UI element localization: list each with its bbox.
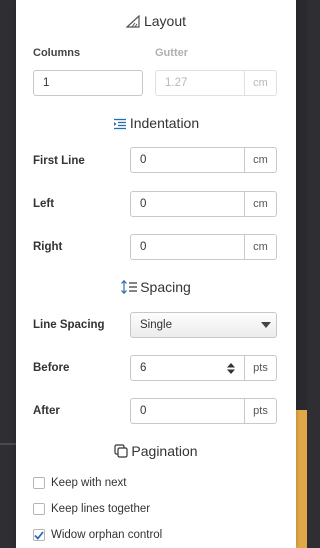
after-unit: pts — [244, 399, 276, 423]
checkmark-icon — [34, 530, 44, 540]
gutter-value: 1.27 — [165, 77, 188, 89]
keep-lines-together-checkbox[interactable] — [33, 503, 45, 515]
left-indent-value: 0 — [140, 198, 147, 210]
keep-lines-together-label: Keep lines together — [51, 503, 151, 515]
left-indent-unit: cm — [244, 192, 276, 216]
gutter-label: Gutter — [155, 47, 188, 59]
spacing-section-title: Spacing — [140, 279, 191, 295]
indentation-section-title: Indentation — [129, 115, 200, 131]
layout-section-header: Layout — [16, 13, 296, 31]
keep-lines-together-option[interactable]: Keep lines together — [33, 503, 150, 515]
line-spacing-label: Line Spacing — [33, 319, 105, 331]
keep-with-next-option[interactable]: Keep with next — [33, 477, 126, 489]
gutter-input: 1.27 cm — [155, 70, 277, 96]
indentation-icon — [113, 117, 127, 133]
first-line-value: 0 — [140, 154, 147, 166]
after-label: After — [33, 405, 60, 417]
pagination-section-title: Pagination — [131, 443, 198, 459]
pagination-icon — [114, 444, 129, 461]
after-input[interactable]: 0 pts — [130, 398, 277, 424]
chevron-down-icon — [256, 322, 276, 328]
left-indent-label: Left — [33, 198, 55, 210]
keep-with-next-checkbox[interactable] — [33, 477, 45, 489]
layout-section-title: Layout — [143, 13, 187, 29]
left-indent-input[interactable]: 0 cm — [130, 191, 277, 217]
first-line-input[interactable]: 0 cm — [130, 147, 277, 173]
before-unit: pts — [244, 356, 276, 380]
after-value: 0 — [140, 405, 147, 417]
layout-icon — [125, 14, 141, 31]
keep-with-next-label: Keep with next — [51, 477, 127, 489]
paragraph-settings-panel: Layout Columns Gutter 1 1.27 cm Indentat… — [16, 0, 296, 548]
gutter-unit: cm — [244, 71, 276, 95]
spacing-section-header: Spacing — [16, 279, 296, 297]
first-line-unit: cm — [244, 148, 276, 172]
right-indent-unit: cm — [244, 235, 276, 259]
widow-orphan-control-label: Widow orphan control — [51, 529, 163, 541]
widow-orphan-control-option[interactable]: Widow orphan control — [33, 529, 162, 541]
first-line-label: First Line — [33, 155, 85, 167]
right-indent-input[interactable]: 0 cm — [130, 234, 277, 260]
before-value: 6 — [140, 362, 147, 374]
pagination-section-header: Pagination — [16, 443, 296, 461]
widow-orphan-control-checkbox[interactable] — [33, 529, 45, 541]
before-input[interactable]: 6 pts — [130, 355, 277, 381]
line-spacing-icon — [121, 279, 138, 297]
indentation-section-header: Indentation — [16, 115, 296, 133]
columns-value: 1 — [43, 77, 50, 89]
line-spacing-select[interactable]: Single — [130, 312, 277, 338]
columns-label: Columns — [33, 47, 81, 59]
background-divider-left — [0, 443, 16, 445]
line-spacing-value: Single — [140, 319, 172, 331]
right-indent-value: 0 — [140, 241, 147, 253]
stepper-arrows-icon[interactable] — [224, 362, 238, 374]
background-strip-right-gold — [296, 410, 307, 548]
columns-input[interactable]: 1 — [33, 70, 143, 96]
right-indent-label: Right — [33, 241, 63, 253]
before-label: Before — [33, 362, 70, 374]
